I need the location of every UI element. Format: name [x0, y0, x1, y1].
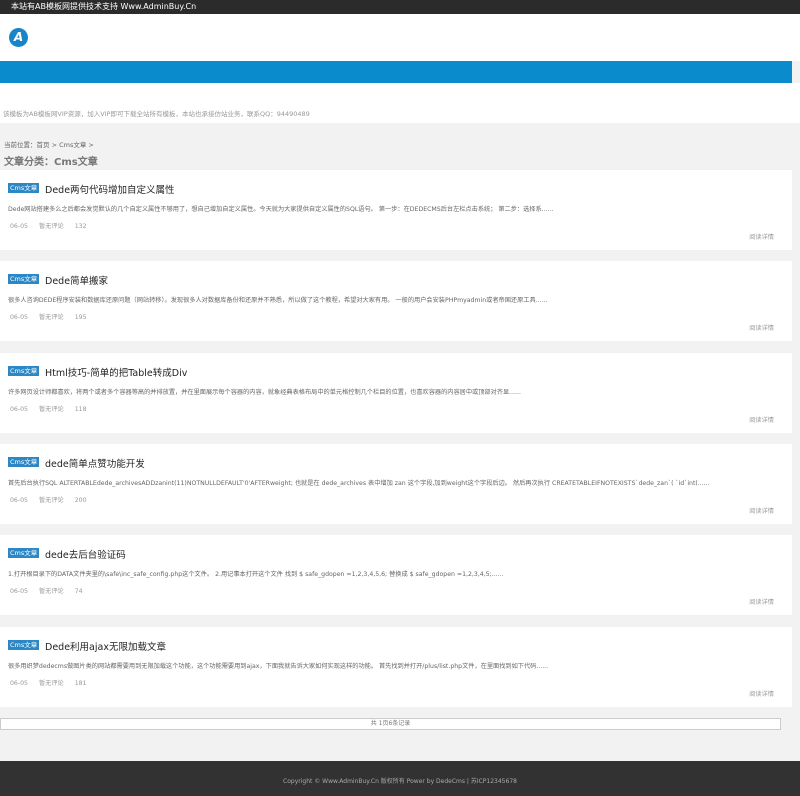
article-views: 200	[74, 497, 87, 504]
article-date: 06-05	[10, 680, 28, 687]
article-comments: 暂无评论	[38, 680, 64, 687]
article-meta: 06-05 暂无评论 181	[10, 678, 98, 687]
breadcrumb-home-link[interactable]: 首页	[37, 141, 50, 149]
breadcrumb-separator: >	[86, 141, 94, 149]
article-date: 06-05	[10, 223, 28, 230]
article-title-link[interactable]: Dede简单搬家	[45, 273, 108, 287]
category-tag[interactable]: Cms文章	[8, 183, 40, 193]
article-summary: 首先后台执行SQL ALTERTABLEdede_archivesADDzani…	[8, 480, 710, 487]
article-comments: 暂无评论	[38, 406, 64, 413]
article-card: Cms文章 Dede利用ajax无限加载文章 很多用织梦dedecms做图片类的…	[0, 627, 792, 707]
article-summary: 许多网页设计师都喜欢，将两个或者多个容器等高的并排放置，并在里面展示每个容器的内…	[8, 389, 521, 396]
article-comments: 暂无评论	[38, 223, 64, 230]
article-summary: 很多人咨询DEDE程序安装和数据库还原问题（网站转移）。发现很多人对数据库备份和…	[8, 297, 548, 304]
article-comments: 暂无评论	[38, 497, 64, 504]
footer: Copyright © Www.AdminBuy.Cn 版权所有 Power b…	[0, 761, 800, 796]
article-meta: 06-05 暂无评论 118	[10, 404, 98, 413]
article-title-link[interactable]: dede简单点赞功能开发	[45, 456, 145, 470]
header: A	[0, 14, 800, 61]
pagination: 共 1页6条记录	[0, 718, 781, 730]
article-meta: 06-05 暂无评论 195	[10, 312, 98, 321]
read-more-link[interactable]: 阅读详情	[749, 506, 774, 515]
breadcrumb-prefix: 当前位置：	[4, 141, 37, 149]
breadcrumb: 当前位置：首页 > Cms文章 >	[4, 139, 94, 149]
category-tag[interactable]: Cms文章	[8, 548, 40, 558]
article-meta: 06-05 暂无评论 74	[10, 586, 94, 595]
article-comments: 暂无评论	[38, 588, 64, 595]
category-tag[interactable]: Cms文章	[8, 366, 40, 376]
article-card: Cms文章 Dede简单搬家 很多人咨询DEDE程序安装和数据库还原问题（网站转…	[0, 261, 792, 341]
article-meta: 06-05 暂无评论 200	[10, 495, 98, 504]
article-views: 132	[74, 223, 87, 230]
top-bar-text: 本站有AB模板网提供技术支持 Www.AdminBuy.Cn	[11, 2, 197, 11]
logo-icon[interactable]: A	[9, 28, 28, 47]
breadcrumb-category-link[interactable]: Cms文章	[59, 141, 86, 149]
category-tag[interactable]: Cms文章	[8, 640, 40, 650]
category-tag[interactable]: Cms文章	[8, 457, 40, 467]
notice-area: 该模板为AB模板网VIP资源，加入VIP即可下载全站所有模板，本站也承接仿站业务…	[0, 83, 800, 123]
article-comments: 暂无评论	[38, 314, 64, 321]
read-more-link[interactable]: 阅读详情	[749, 232, 774, 241]
article-title-link[interactable]: dede去后台验证码	[45, 547, 126, 561]
footer-copyright: Copyright © Www.AdminBuy.Cn 版权所有 Power b…	[283, 778, 517, 785]
article-card: Cms文章 Dede两句代码增加自定义属性 Dede网站搭建多么之后都会发觉默认…	[0, 170, 792, 250]
category-tag[interactable]: Cms文章	[8, 274, 40, 284]
read-more-link[interactable]: 阅读详情	[749, 415, 774, 424]
read-more-link[interactable]: 阅读详情	[749, 689, 774, 698]
read-more-link[interactable]: 阅读详情	[749, 323, 774, 332]
read-more-link[interactable]: 阅读详情	[749, 597, 774, 606]
article-date: 06-05	[10, 406, 28, 413]
article-views: 181	[74, 680, 87, 687]
article-date: 06-05	[10, 588, 28, 595]
article-views: 195	[74, 314, 87, 321]
article-meta: 06-05 暂无评论 132	[10, 221, 98, 230]
article-date: 06-05	[10, 497, 28, 504]
article-summary: 很多用织梦dedecms做图片类的网站都需要用到无限加载这个功能，这个功能需要用…	[8, 663, 549, 670]
article-card: Cms文章 Html技巧-简单的把Table转成Div 许多网页设计师都喜欢，将…	[0, 353, 792, 433]
notice-text: 该模板为AB模板网VIP资源，加入VIP即可下载全站所有模板，本站也承接仿站业务…	[3, 110, 310, 118]
article-title-link[interactable]: Dede两句代码增加自定义属性	[45, 182, 175, 196]
category-title: 文章分类：Cms文章	[4, 157, 98, 168]
article-card: Cms文章 dede去后台验证码 1.打开根目录下的DATA文件夹里的\safe…	[0, 535, 792, 615]
article-summary: Dede网站搭建多么之后都会发觉默认的几个自定义属性不够用了，想自己增加自定义属…	[8, 206, 554, 213]
article-views: 74	[74, 588, 83, 595]
breadcrumb-separator: >	[49, 141, 60, 149]
top-bar: 本站有AB模板网提供技术支持 Www.AdminBuy.Cn	[0, 0, 800, 14]
article-views: 118	[74, 406, 87, 413]
article-summary: 1.打开根目录下的DATA文件夹里的\safe\inc_safe_config.…	[8, 571, 504, 578]
article-date: 06-05	[10, 314, 28, 321]
nav-bar	[0, 61, 792, 83]
article-title-link[interactable]: Dede利用ajax无限加载文章	[45, 639, 166, 653]
article-title-link[interactable]: Html技巧-简单的把Table转成Div	[45, 365, 187, 379]
article-card: Cms文章 dede简单点赞功能开发 首先后台执行SQL ALTERTABLEd…	[0, 444, 792, 524]
